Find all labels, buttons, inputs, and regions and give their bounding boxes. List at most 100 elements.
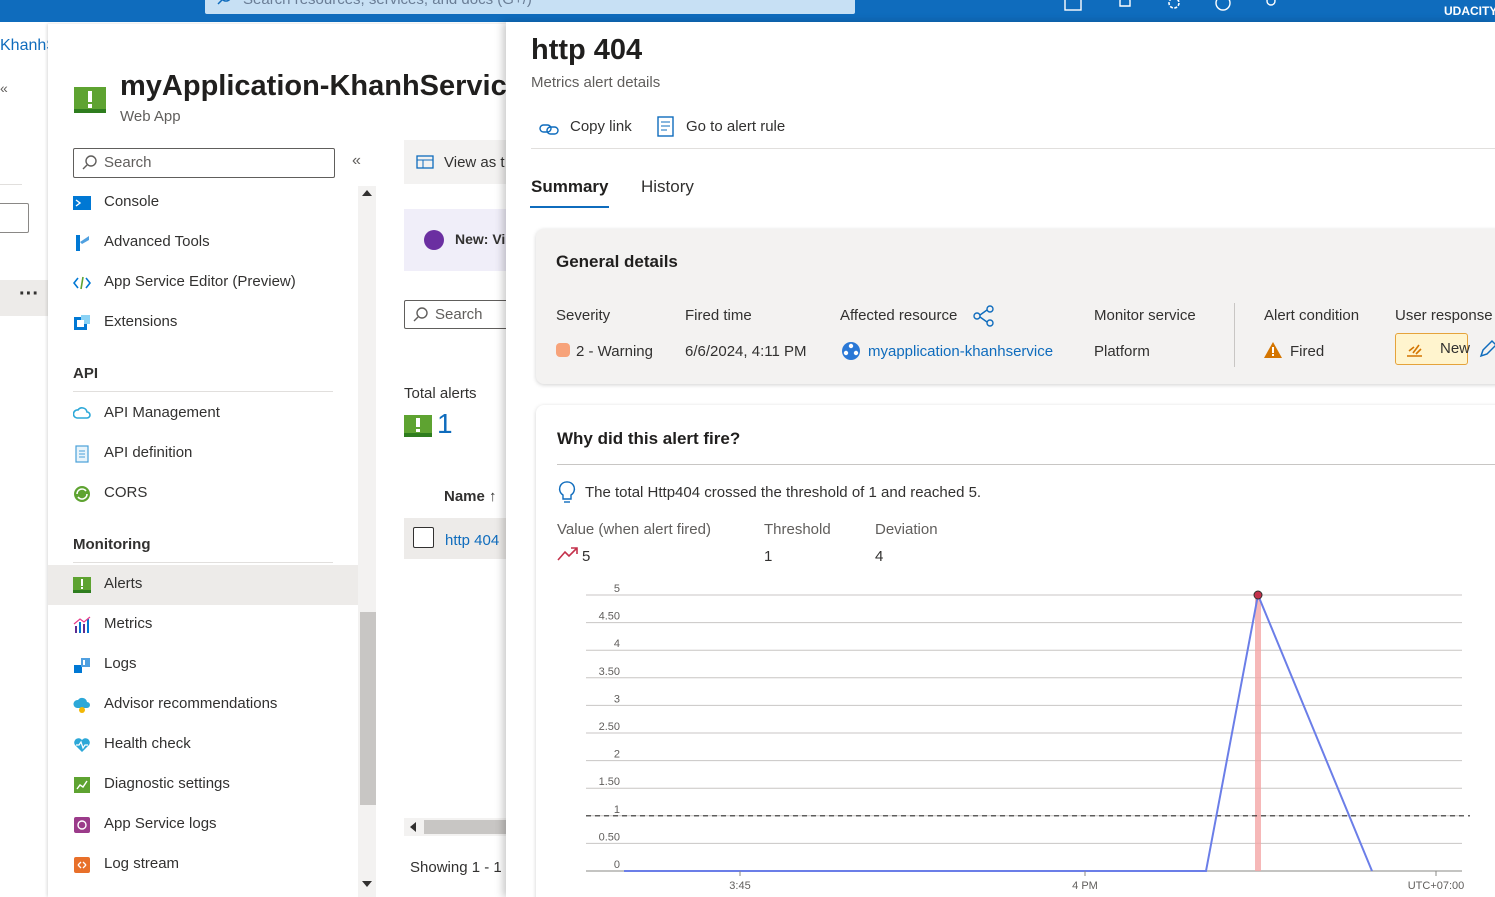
- console-icon: [73, 196, 91, 210]
- menu-item-logs[interactable]: Logs: [48, 645, 358, 685]
- menu-item-advisor-recommendations[interactable]: Advisor recommendations: [48, 685, 358, 725]
- search-icon: [217, 0, 233, 10]
- value-label: Value (when alert fired): [557, 521, 711, 538]
- scroll-left-icon[interactable]: [410, 822, 416, 832]
- alerts-search-input[interactable]: Search: [404, 300, 514, 329]
- resource-title: myApplication-KhanhService: [120, 70, 523, 102]
- menu-item-cors[interactable]: CORS: [48, 474, 358, 514]
- banner-text: New: Vi: [455, 231, 506, 247]
- app-logs-icon: [74, 817, 90, 833]
- help-icon[interactable]: [1214, 0, 1232, 12]
- share-icon[interactable]: [973, 305, 995, 327]
- view-as-label: View as t: [444, 154, 505, 171]
- collapse-icon[interactable]: «: [0, 80, 8, 96]
- cloud-api-icon: [73, 407, 91, 419]
- rocket-icon: [424, 230, 444, 250]
- y-tick-label: 4: [614, 638, 620, 650]
- monitor-service-value: Platform: [1094, 343, 1150, 360]
- menu-item-label: App Service logs: [104, 815, 217, 832]
- metric-chart: 0 0.50 1 1.50 2 2.50 3 3.50 4 4.50 5 3:45 4 PM UTC+07…: [586, 583, 1470, 892]
- menu-scrollbar-thumb[interactable]: [360, 612, 376, 805]
- menu-item-extensions[interactable]: Extensions: [48, 303, 358, 343]
- cloud-shell-icon[interactable]: [1064, 0, 1082, 12]
- menu-item-label: Metrics: [104, 615, 153, 632]
- search-icon: [413, 307, 429, 327]
- general-details-title: General details: [556, 252, 678, 271]
- threshold-label: Threshold: [764, 521, 831, 538]
- menu-item-console[interactable]: Console: [48, 183, 358, 223]
- menu-item-alerts[interactable]: Alerts: [48, 565, 358, 605]
- pagination-summary: Showing 1 - 1: [410, 859, 502, 876]
- menu-item-label: Diagnostic settings: [104, 775, 230, 792]
- advisor-icon: [73, 697, 90, 713]
- user-response-value: New: [1440, 340, 1471, 357]
- user-response-button[interactable]: New: [1395, 333, 1471, 365]
- menu-item-app-service-editor[interactable]: App Service Editor (Preview): [48, 263, 358, 303]
- account-label[interactable]: UDACITY: [1444, 4, 1495, 18]
- code-icon: [73, 276, 91, 290]
- fired-time-label: Fired time: [685, 307, 752, 324]
- view-as-button[interactable]: View as t: [404, 140, 508, 184]
- divider: [557, 464, 1495, 465]
- diagnostic-icon: [74, 777, 90, 793]
- tab-summary[interactable]: Summary: [531, 177, 608, 197]
- scroll-up-icon[interactable]: [362, 190, 372, 196]
- y-tick-label: 2: [614, 749, 620, 761]
- collapse-menu-icon[interactable]: «: [352, 152, 361, 170]
- alert-title: http 404: [531, 34, 643, 66]
- left-filter-input[interactable]: [0, 203, 29, 233]
- bell-icon[interactable]: [1116, 0, 1134, 12]
- edit-icon[interactable]: [1478, 339, 1495, 359]
- feedback-icon[interactable]: [1262, 0, 1280, 12]
- fired-time-value: 6/6/2024, 4:11 PM: [685, 343, 807, 360]
- value-number: 5: [582, 548, 591, 565]
- alert-details-blade: http 404 Metrics alert details Copy link…: [506, 22, 1495, 897]
- horizontal-scrollbar[interactable]: [404, 818, 508, 836]
- menu-item-log-stream[interactable]: Log stream: [48, 845, 358, 885]
- copy-link-label: Copy link: [570, 118, 632, 135]
- search-icon: [82, 155, 98, 175]
- x-tick-label: 4 PM: [1072, 880, 1098, 892]
- menu-item-label: API Management: [104, 404, 220, 421]
- y-tick-label: 3: [614, 693, 620, 705]
- general-details-card: General details Severity 2 - Warning Fir…: [536, 229, 1495, 384]
- row-checkbox[interactable]: [413, 527, 434, 548]
- divider: [73, 562, 333, 563]
- menu-item-diagnostic-settings[interactable]: Diagnostic settings: [48, 765, 358, 805]
- menu-item-api-management[interactable]: API Management: [48, 394, 358, 434]
- alerts-search-placeholder: Search: [435, 306, 483, 323]
- menu-item-label: Log stream: [104, 855, 180, 872]
- scroll-down-icon[interactable]: [362, 881, 372, 887]
- menu-search-input[interactable]: Search: [73, 148, 335, 178]
- logs-icon: [74, 658, 90, 673]
- menu-item-health-check[interactable]: Health check: [48, 725, 358, 765]
- deviation-label: Deviation: [875, 521, 938, 538]
- global-search-input[interactable]: Search resources, services, and docs (G+…: [205, 0, 855, 14]
- lightbulb-icon: [558, 481, 576, 503]
- menu-item-metrics[interactable]: Metrics: [48, 605, 358, 645]
- tab-history[interactable]: History: [641, 177, 694, 197]
- alert-name-link[interactable]: http 404: [445, 532, 499, 549]
- divider: [73, 391, 333, 392]
- menu-item-label: Advanced Tools: [104, 233, 210, 250]
- more-options-icon[interactable]: ···: [0, 280, 48, 316]
- table-row[interactable]: http 404: [404, 518, 508, 559]
- y-tick-label: 1: [614, 804, 620, 816]
- menu-item-api-definition[interactable]: API definition: [48, 434, 358, 474]
- metrics-icon: [73, 616, 91, 633]
- horizontal-scrollbar-thumb[interactable]: [424, 820, 508, 834]
- log-stream-icon: [74, 857, 90, 873]
- y-tick-label: 4.50: [599, 611, 620, 623]
- menu-item-advanced-tools[interactable]: Advanced Tools: [48, 223, 358, 263]
- affected-resource-link[interactable]: myapplication-khanhservice: [868, 343, 1053, 360]
- menu-item-label: API definition: [104, 444, 193, 461]
- column-header-name[interactable]: Name ↑: [444, 488, 497, 505]
- top-bar: Search resources, services, and docs (G+…: [0, 0, 1495, 22]
- warning-icon: [1264, 342, 1282, 358]
- menu-item-app-service-logs[interactable]: App Service logs: [48, 805, 358, 845]
- gear-icon[interactable]: [1165, 0, 1183, 12]
- severity-value: 2 - Warning: [576, 343, 653, 360]
- document-icon: [75, 445, 89, 463]
- data-point: [1253, 590, 1263, 600]
- y-tick-label: 0: [614, 859, 620, 871]
